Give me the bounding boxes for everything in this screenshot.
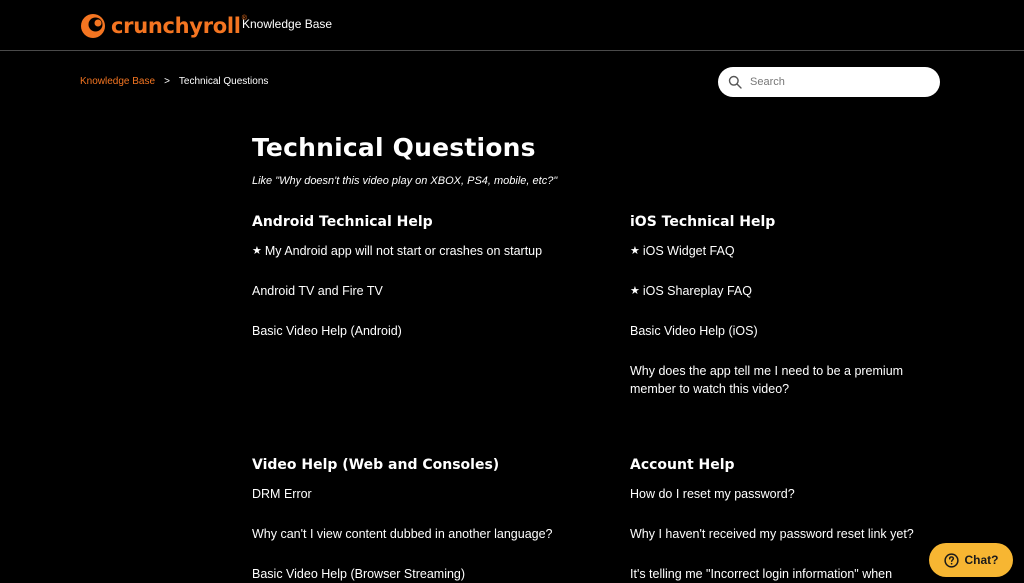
article-link[interactable]: ★ iOS Shareplay FAQ bbox=[630, 282, 950, 300]
article-link[interactable]: DRM Error bbox=[252, 485, 572, 503]
article-label: Why I haven't received my password reset… bbox=[630, 527, 914, 541]
page-title: Technical Questions bbox=[252, 133, 536, 162]
breadcrumb: Knowledge Base > Technical Questions bbox=[80, 76, 268, 87]
article-list: ★ iOS Widget FAQ ★ iOS Shareplay FAQ Basic… bbox=[630, 242, 950, 398]
article-link[interactable]: ★ iOS Widget FAQ bbox=[630, 242, 950, 260]
page-subtitle: Like "Why doesn't this video play on XBO… bbox=[252, 175, 558, 187]
search-box[interactable] bbox=[718, 67, 940, 97]
article-label: Basic Video Help (Browser Streaming) bbox=[252, 567, 466, 581]
star-icon: ★ bbox=[630, 285, 640, 297]
article-label: My Android app will not start or crashes… bbox=[264, 244, 543, 258]
article-link[interactable]: How do I reset my password? bbox=[630, 485, 950, 503]
article-label: iOS Widget FAQ bbox=[642, 244, 735, 258]
chat-label: Chat? bbox=[964, 553, 999, 567]
article-label: How do I reset my password? bbox=[630, 487, 795, 501]
site-header: crunchyroll ® Knowledge Base bbox=[0, 0, 1024, 51]
article-link[interactable]: It's telling me "Incorrect login informa… bbox=[630, 565, 950, 583]
crunchyroll-logo-icon bbox=[81, 14, 105, 38]
breadcrumb-separator: > bbox=[164, 76, 170, 87]
article-link[interactable]: Why does the app tell me I need to be a … bbox=[630, 362, 950, 398]
section-account-help: Account Help How do I reset my password?… bbox=[630, 457, 950, 583]
article-label: Android TV and Fire TV bbox=[252, 284, 383, 298]
star-icon: ★ bbox=[630, 245, 640, 257]
article-link[interactable]: Basic Video Help (Browser Streaming) bbox=[252, 565, 572, 583]
article-link[interactable]: Android TV and Fire TV bbox=[252, 282, 572, 300]
article-label: Basic Video Help (Android) bbox=[252, 324, 402, 338]
article-label: Why can't I view content dubbed in anoth… bbox=[252, 527, 553, 541]
article-label: Basic Video Help (iOS) bbox=[630, 324, 758, 338]
article-list: DRM Error Why can't I view content dubbe… bbox=[252, 485, 572, 583]
header-knowledge-base-link[interactable]: Knowledge Base bbox=[242, 17, 332, 31]
section-title[interactable]: iOS Technical Help bbox=[630, 214, 950, 230]
search-input[interactable] bbox=[748, 75, 932, 89]
brand-logo[interactable]: crunchyroll ® bbox=[80, 11, 247, 41]
article-list: ★ My Android app will not start or crashe… bbox=[252, 242, 572, 340]
breadcrumb-root-link[interactable]: Knowledge Base bbox=[80, 76, 155, 87]
article-link[interactable]: Basic Video Help (Android) bbox=[252, 322, 572, 340]
article-label: It's telling me "Incorrect login informa… bbox=[630, 567, 893, 581]
section-video-help: Video Help (Web and Consoles) DRM Error … bbox=[252, 457, 572, 583]
article-list: How do I reset my password? Why I haven'… bbox=[630, 485, 950, 583]
section-title[interactable]: Android Technical Help bbox=[252, 214, 572, 230]
section-title[interactable]: Video Help (Web and Consoles) bbox=[252, 457, 572, 473]
article-label: DRM Error bbox=[252, 487, 312, 501]
brand-name: crunchyroll bbox=[111, 14, 241, 38]
article-label: Why does the app tell me I need to be a … bbox=[630, 364, 904, 396]
breadcrumb-current: Technical Questions bbox=[178, 76, 269, 87]
search-icon bbox=[728, 75, 742, 89]
article-link[interactable]: Why I haven't received my password reset… bbox=[630, 525, 950, 543]
section-android-technical-help: Android Technical Help ★ My Android app w… bbox=[252, 214, 572, 340]
article-link[interactable]: ★ My Android app will not start or crashe… bbox=[252, 242, 572, 260]
article-link[interactable]: Basic Video Help (iOS) bbox=[630, 322, 950, 340]
article-link[interactable]: Why can't I view content dubbed in anoth… bbox=[252, 525, 572, 543]
star-icon: ★ bbox=[252, 245, 262, 257]
article-label: iOS Shareplay FAQ bbox=[642, 284, 752, 298]
section-title[interactable]: Account Help bbox=[630, 457, 950, 473]
help-circle-icon bbox=[943, 552, 959, 568]
chat-button[interactable]: Chat? bbox=[929, 543, 1013, 577]
section-ios-technical-help: iOS Technical Help ★ iOS Widget FAQ ★ iOS … bbox=[630, 214, 950, 398]
